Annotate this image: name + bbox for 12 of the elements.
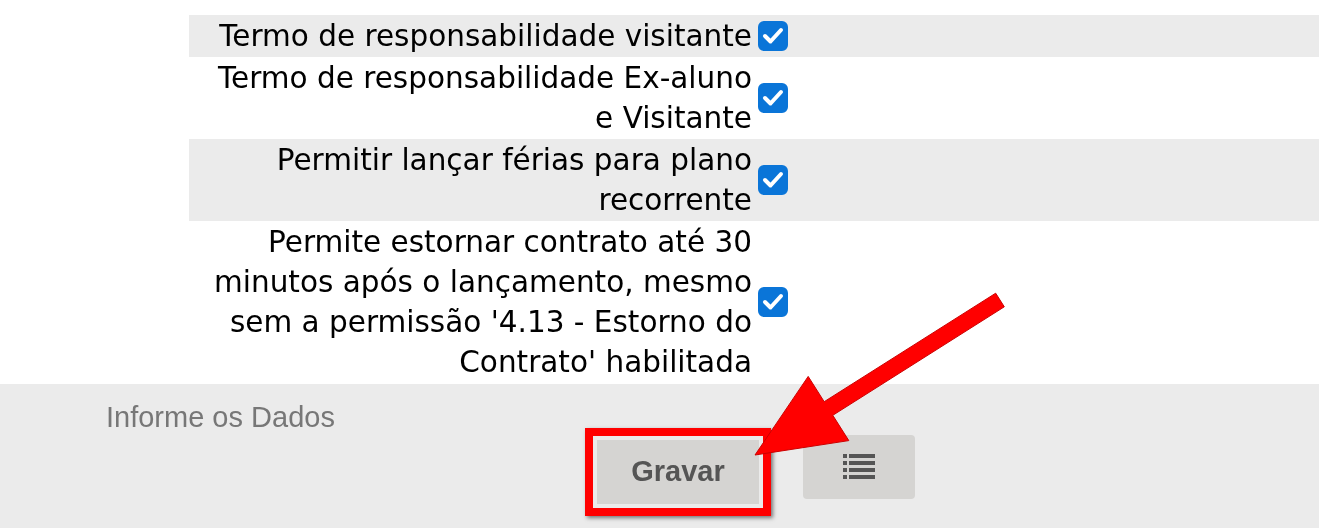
- list-button[interactable]: [803, 435, 915, 499]
- option-label: Termo de responsabilidade Ex-aluno e Visitante: [217, 60, 752, 137]
- option-label: Termo de responsabilidade visitante: [218, 18, 752, 55]
- checkbox[interactable]: [758, 83, 788, 113]
- option-label: Permite estornar contrato até 30 minutos após o lançamento, mesmo sem a permissão '4.13 - Estorno do Contrato' habilitada: [213, 224, 752, 381]
- section-title: Informe os Dados: [106, 400, 335, 435]
- save-button[interactable]: Gravar: [597, 440, 759, 504]
- list-icon: [843, 454, 875, 480]
- checkbox[interactable]: [758, 165, 788, 195]
- option-label: Permitir lançar férias para plano recorrente: [275, 142, 752, 219]
- checkbox[interactable]: [758, 21, 788, 51]
- checkbox[interactable]: [758, 287, 788, 317]
